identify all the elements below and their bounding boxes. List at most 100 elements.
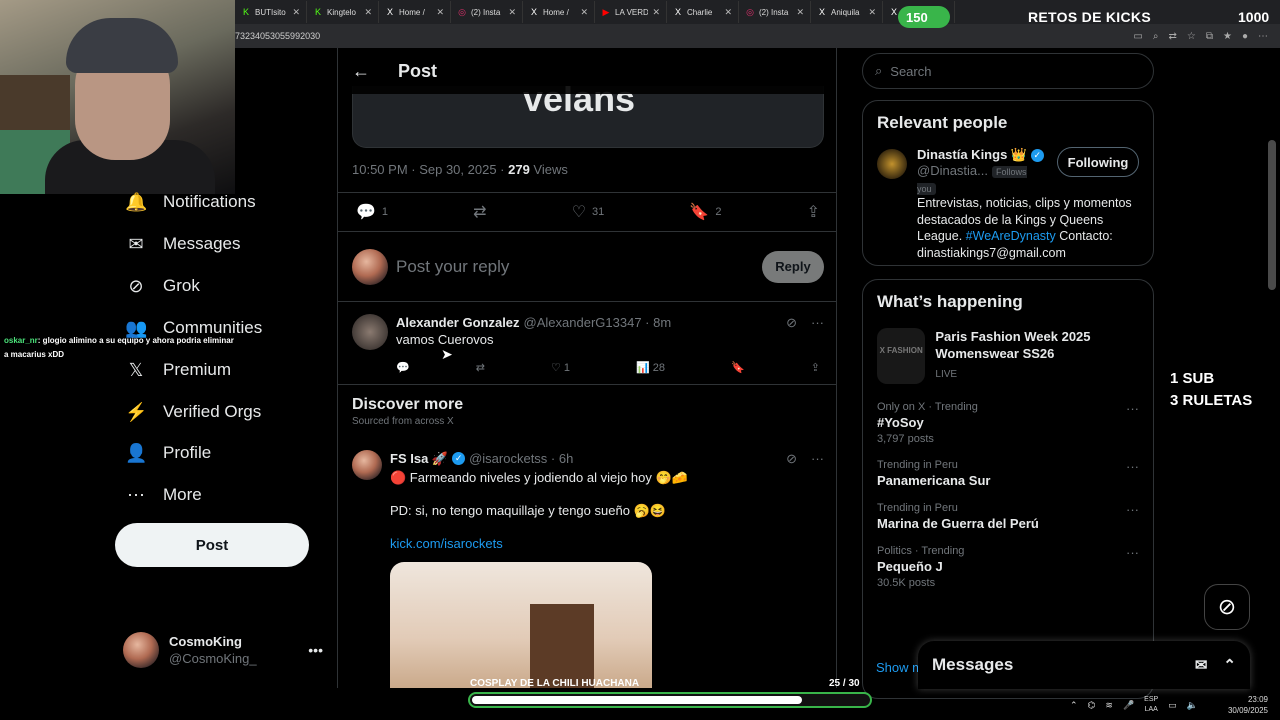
bio-hashtag[interactable]: #WeAreDynasty [966, 229, 1056, 243]
clock[interactable]: 23:09 30/09/2025 [1228, 694, 1280, 716]
repost-icon[interactable]: ⇄ [476, 360, 485, 377]
browser-tab[interactable]: K Kingtelo ✕ [307, 1, 379, 23]
close-icon[interactable]: ✕ [868, 7, 876, 18]
nav-item-notifications[interactable]: 🔔 Notifications [125, 182, 256, 222]
discover-author-avatar[interactable] [352, 450, 382, 480]
relevant-people-panel: Relevant people Dinastía Kings 👑 ✓ @Dina… [862, 100, 1154, 266]
reply-author-avatar[interactable] [352, 314, 388, 350]
reply-tweet[interactable]: Alexander Gonzalez @AlexanderG13347 · 8m… [338, 304, 836, 387]
more-dots-icon[interactable]: ··· [1126, 459, 1139, 488]
account-switcher[interactable]: CosmoKing @CosmoKing_ ••• [123, 630, 323, 670]
trend-item[interactable]: Only on X · Trending #YoSoy 3,797 posts ··· [863, 394, 1153, 452]
reply-composer: Post your reply Reply [338, 232, 836, 302]
translate-icon[interactable]: ⇄ [1168, 31, 1176, 42]
browser-tab[interactable]: X Charlie ✕ [667, 1, 739, 23]
lightning-icon: ⚡ [125, 401, 148, 422]
discover-section: Discover more Sourced from across X [352, 396, 463, 427]
display-icon[interactable]: ▭ [1168, 700, 1177, 711]
browser-tab[interactable]: K BUTIsito ✕ [235, 1, 307, 23]
reply-icon[interactable]: 💬 [396, 360, 410, 377]
nav-item-premium[interactable]: 𝕏 Premium [125, 350, 231, 390]
wifi-icon[interactable]: ≋ [1105, 700, 1113, 711]
reply-author-name[interactable]: Alexander Gonzalez [396, 314, 520, 331]
expand-chevron-icon[interactable]: ⌃ [1223, 656, 1236, 674]
views-action[interactable]: 📊 28 [636, 360, 665, 377]
post-media-card[interactable]: velans [352, 86, 824, 148]
discover-author-name[interactable]: FS Isa 🚀 [390, 450, 448, 467]
trend-item[interactable]: Politics · Trending Pequeño J 30.5K posts ·… [863, 538, 1153, 596]
url-text[interactable]: 73234053055992030 [235, 31, 320, 41]
bookmark-action[interactable]: 🔖 2 [689, 202, 721, 222]
nav-item-verified-orgs[interactable]: ⚡ Verified Orgs [125, 392, 261, 432]
nav-item-more[interactable]: ⋯ More [125, 475, 202, 515]
post-button[interactable]: Post [115, 523, 309, 567]
discover-tweet-image[interactable] [390, 562, 652, 688]
like-action[interactable]: ♡ 1 [551, 360, 570, 377]
profile-icon[interactable]: ● [1242, 31, 1248, 42]
zoom-icon[interactable]: ⌕ [1153, 31, 1159, 42]
featured-event[interactable]: X FASHION Paris Fashion Week 2025 Womens… [863, 320, 1153, 394]
share-icon[interactable]: ⇪ [811, 360, 820, 377]
show-more-link[interactable]: Show m [876, 660, 923, 675]
nav-item-grok[interactable]: ⊘ Grok [125, 266, 199, 306]
more-dots-icon[interactable]: ··· [1126, 502, 1139, 531]
nav-item-communities[interactable]: 👥 Communities [125, 308, 262, 348]
messages-drawer[interactable]: Messages ✉ ⌃ [918, 641, 1250, 689]
like-action[interactable]: ♡ 31 [572, 202, 605, 222]
menu-dots-icon[interactable]: ⋯ [1258, 31, 1268, 42]
close-icon[interactable]: ✕ [292, 7, 300, 18]
volume-icon[interactable]: 🔈 [1187, 700, 1198, 711]
close-icon[interactable]: ✕ [364, 7, 372, 18]
close-icon[interactable]: ✕ [508, 7, 516, 18]
close-icon[interactable]: ✕ [436, 7, 444, 18]
network-icon[interactable]: ⌬ [1088, 700, 1096, 711]
grok-icon[interactable]: ⊘ [786, 314, 797, 331]
grok-icon[interactable]: ⊘ [786, 450, 797, 467]
favorites-icon[interactable]: ★ [1223, 31, 1232, 42]
more-dots-icon[interactable]: ··· [811, 314, 824, 331]
nav-item-profile[interactable]: 👤 Profile [125, 433, 211, 473]
browser-tab[interactable]: ◎ (2) Insta ✕ [451, 1, 523, 23]
page-scrollbar[interactable] [1268, 140, 1276, 290]
following-button[interactable]: Following [1057, 147, 1139, 177]
discover-tweet[interactable]: FS Isa 🚀 ✓ @isarocketss · 6h ⊘ ··· 🔴 Farm… [338, 440, 836, 688]
trend-item[interactable]: Trending in Peru Marina de Guerra del Per… [863, 495, 1153, 538]
person-name[interactable]: Dinastía Kings 👑 [917, 147, 1027, 162]
chevron-up-icon[interactable]: ⌃ [1070, 700, 1078, 711]
repost-action[interactable]: ⇄ [473, 202, 486, 222]
discover-link[interactable]: kick.com/isarockets [390, 535, 824, 552]
browser-tab[interactable]: ◎ (2) Insta ✕ [739, 1, 811, 23]
language-indicator[interactable]: ESP LAA [1144, 695, 1158, 715]
address-bar[interactable]: 73234053055992030 ▭ ⌕ ⇄ ☆ ⧉ ★ ● ⋯ [235, 24, 1280, 48]
favorite-star-icon[interactable]: ☆ [1187, 31, 1196, 42]
close-icon[interactable]: ✕ [580, 7, 588, 18]
browser-tab[interactable]: X Aniquila ✕ [811, 1, 883, 23]
browser-tab[interactable]: X Home / ✕ [523, 1, 595, 23]
trend-item[interactable]: Trending in Peru Panamericana Sur ··· [863, 452, 1153, 495]
bookmark-icon[interactable]: 🔖 [731, 360, 745, 377]
close-icon[interactable]: ✕ [652, 7, 660, 18]
person-avatar[interactable] [877, 149, 907, 179]
reply-input[interactable]: Post your reply [396, 257, 509, 277]
more-dots-icon[interactable]: ··· [1126, 545, 1139, 589]
reply-button[interactable]: Reply [762, 250, 824, 283]
close-icon[interactable]: ✕ [796, 7, 804, 18]
browser-tab[interactable]: X Home / ✕ [379, 1, 451, 23]
post-timestamp[interactable]: 10:50 PM · Sep 30, 2025 · [352, 162, 508, 177]
close-icon[interactable]: ✕ [724, 7, 732, 18]
nav-item-messages[interactable]: ✉ Messages [125, 224, 240, 264]
more-dots-icon[interactable]: ··· [1126, 401, 1139, 445]
search-input[interactable]: ⌕ Search [862, 53, 1154, 89]
reader-icon[interactable]: ▭ [1133, 31, 1142, 42]
mic-icon[interactable]: 🎤 [1123, 700, 1134, 711]
browser-tab[interactable]: ▶ LA VERD ✕ [595, 1, 667, 23]
new-message-icon[interactable]: ✉ [1195, 656, 1208, 674]
back-arrow-icon[interactable]: ← [352, 61, 370, 82]
more-dots-icon[interactable]: ··· [811, 450, 824, 467]
tab-favicon-icon: ▶ [602, 7, 610, 17]
grok-fab-button[interactable]: ⊘ [1204, 584, 1250, 630]
share-action[interactable]: ⇪ [807, 202, 820, 222]
extensions-icon[interactable]: ⧉ [1206, 31, 1213, 42]
reply-action[interactable]: 💬 1 [356, 202, 388, 222]
more-dots-icon[interactable]: ••• [308, 642, 323, 658]
